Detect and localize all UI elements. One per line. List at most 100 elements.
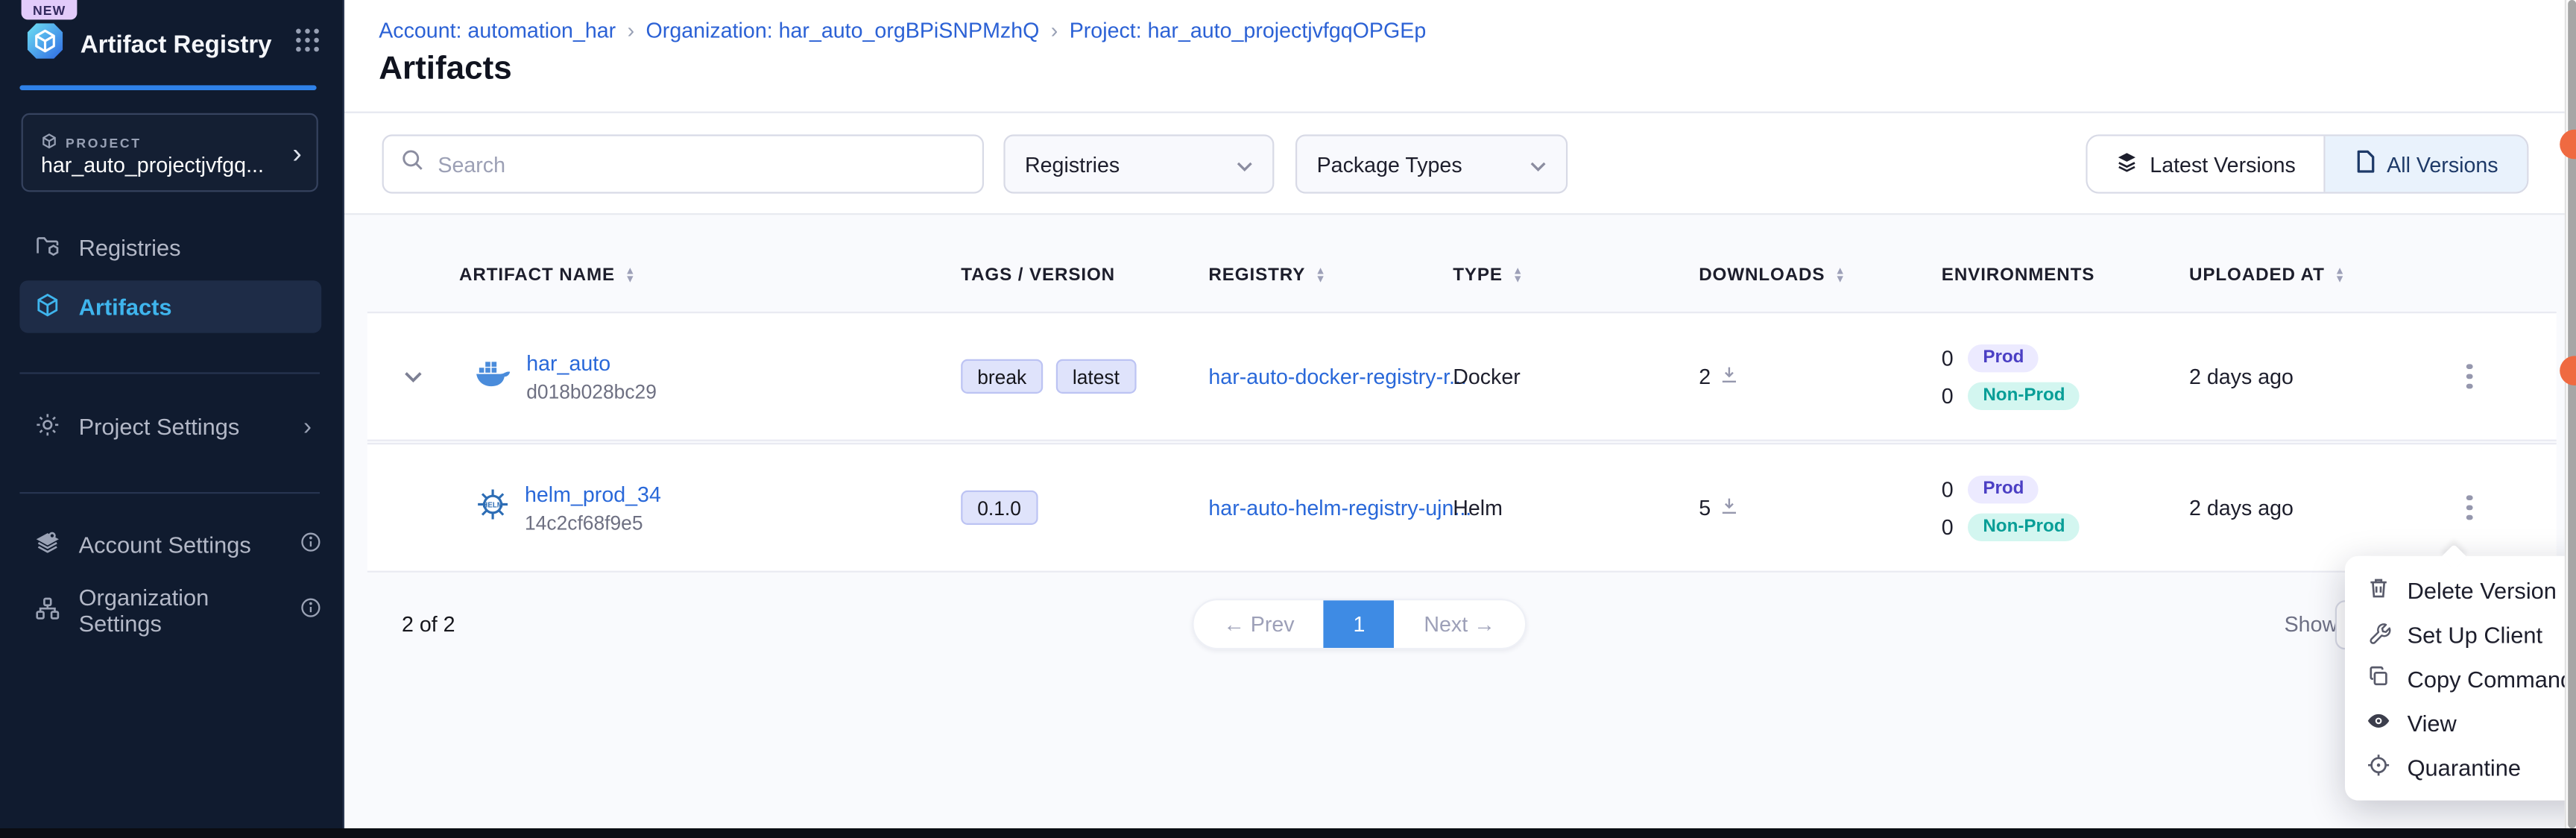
artifact-type: Docker: [1453, 364, 1699, 388]
org-gear-icon: [34, 595, 60, 626]
column-header-registry[interactable]: REGISTRY ▲▼: [1208, 265, 1453, 285]
breadcrumb-project[interactable]: Project: har_auto_projectjvfgqOPGEp: [1070, 18, 1427, 42]
menu-item-set-up-client[interactable]: Set Up Client: [2345, 612, 2576, 656]
download-icon: [1720, 495, 1738, 520]
sidebar-item-artifacts[interactable]: Artifacts: [19, 280, 321, 333]
search-input-wrapper: [382, 134, 984, 193]
bottom-edge-bar: [0, 828, 2576, 838]
breadcrumb: Account: automation_har › Organization: …: [379, 18, 1426, 42]
folder-registries-icon: [34, 232, 60, 263]
latest-versions-button[interactable]: Latest Versions: [2088, 136, 2326, 192]
layers-icon: [2115, 150, 2138, 177]
menu-item-label: Delete Version: [2408, 576, 2557, 602]
breadcrumb-account[interactable]: Account: automation_har: [379, 18, 616, 42]
divider: [19, 492, 320, 494]
chevron-down-icon: [1530, 152, 1547, 177]
sidebar-item-label: Project Settings: [79, 413, 240, 439]
package-types-filter-select[interactable]: Package Types: [1295, 134, 1568, 193]
menu-item-quarantine[interactable]: Quarantine: [2345, 745, 2576, 789]
prod-badge: Prod: [1969, 344, 2039, 371]
wrench-icon: [2367, 620, 2391, 649]
registry-link[interactable]: har-auto-helm-registry-ujn...: [1208, 494, 1471, 519]
sidebar-item-account-settings[interactable]: Account Settings: [19, 518, 321, 570]
column-header-type[interactable]: TYPE ▲▼: [1453, 265, 1699, 285]
app-screen: NEW Artifact Registry: [0, 0, 2576, 838]
column-header-artifact-name[interactable]: ARTIFACT NAME ▲▼: [459, 265, 961, 285]
grid-menu-icon[interactable]: [295, 28, 320, 60]
menu-item-label: Set Up Client: [2408, 621, 2542, 647]
document-icon: [2354, 149, 2375, 179]
registries-filter-select[interactable]: Registries: [1003, 134, 1274, 193]
new-badge: NEW: [22, 0, 78, 19]
sort-icon: ▲▼: [1315, 268, 1326, 284]
nonprod-badge: Non-Prod: [1969, 513, 2080, 541]
menu-item-label: View: [2408, 710, 2457, 736]
chevron-down-icon: [1237, 152, 1253, 177]
sidebar-item-label: Artifacts: [79, 294, 172, 320]
sidebar-item-label: Organization Settings: [79, 584, 265, 636]
row-actions-menu-button[interactable]: [2450, 357, 2490, 397]
env-prod-count: 0: [1942, 345, 1954, 370]
app-title: Artifact Registry: [80, 31, 295, 58]
column-header-uploaded-at[interactable]: UPLOADED AT ▲▼: [2189, 265, 2450, 285]
sidebar-item-registries[interactable]: Registries: [19, 221, 321, 274]
menu-item-delete-version[interactable]: Delete Version: [2345, 567, 2576, 611]
info-icon[interactable]: [300, 597, 322, 623]
helm-icon: HELM: [476, 486, 510, 529]
quarantine-icon: [2367, 752, 2391, 782]
sidebar-item-label: Account Settings: [79, 532, 251, 558]
main-area: Account: automation_har › Organization: …: [344, 0, 2576, 828]
tag-chip: break: [961, 359, 1043, 394]
scrollbar-thumb[interactable]: [2568, 0, 2576, 828]
gear-icon: [34, 411, 60, 442]
page-size-label: Show: [2285, 612, 2338, 637]
nonprod-badge: Non-Prod: [1969, 382, 2080, 409]
env-nonprod-count: 0: [1942, 514, 1954, 539]
version-chip: 0.1.0: [961, 491, 1038, 525]
pagination-summary: 2 of 2: [402, 612, 455, 637]
all-versions-label: All Versions: [2387, 152, 2498, 177]
chevron-right-icon: ›: [303, 412, 321, 440]
column-header-tags-version: TAGS / VERSION: [961, 265, 1208, 285]
next-page-button[interactable]: Next →: [1395, 600, 1525, 648]
tag-chip: latest: [1056, 359, 1136, 394]
table-row: har_auto d018b028bc29 break latest har-a…: [367, 312, 2557, 441]
accent-divider: [19, 85, 316, 89]
pagination-pill: ← Prev 1 Next →: [1192, 599, 1526, 649]
menu-item-copy-command[interactable]: Copy Command: [2345, 656, 2576, 700]
sort-icon: ▲▼: [625, 268, 636, 284]
row-actions-context-menu: Delete Version Set Up Client Copy Comman…: [2345, 556, 2576, 801]
menu-item-view[interactable]: View: [2345, 700, 2576, 744]
menu-item-label: Quarantine: [2408, 754, 2521, 780]
filter-bar: Registries Package Types: [344, 113, 2576, 213]
artifact-name-link[interactable]: helm_prod_34: [525, 482, 661, 506]
breadcrumb-organization[interactable]: Organization: har_auto_orgBPiSNPMzhQ: [646, 18, 1040, 42]
artifact-name-link[interactable]: har_auto: [526, 350, 657, 375]
app-logo-icon: [25, 19, 66, 69]
package-types-filter-label: Package Types: [1317, 152, 1462, 177]
registry-link[interactable]: har-auto-docker-registry-r...: [1208, 363, 1467, 388]
menu-item-label: Copy Command: [2408, 665, 2574, 691]
version-view-toggle: Latest Versions All Versions: [2086, 134, 2528, 193]
breadcrumb-separator: ›: [628, 18, 635, 42]
project-label: PROJECT: [66, 136, 142, 151]
project-selector[interactable]: PROJECT har_auto_projectjvfgq... ›: [22, 113, 318, 192]
layers-gear-icon: [34, 529, 60, 561]
current-page-button[interactable]: 1: [1324, 600, 1395, 648]
svg-text:HELM: HELM: [482, 500, 502, 508]
table-header-row: ARTIFACT NAME ▲▼ TAGS / VERSION REGISTRY…: [367, 245, 2557, 307]
expand-row-button[interactable]: [367, 370, 459, 383]
artifact-table: ARTIFACT NAME ▲▼ TAGS / VERSION REGISTRY…: [344, 213, 2576, 828]
all-versions-button[interactable]: All Versions: [2326, 136, 2528, 192]
info-icon[interactable]: [300, 532, 322, 558]
row-actions-menu-button[interactable]: [2450, 488, 2490, 528]
sidebar-item-organization-settings[interactable]: Organization Settings: [19, 584, 321, 636]
latest-versions-label: Latest Versions: [2150, 152, 2296, 177]
search-input[interactable]: [438, 152, 965, 177]
prev-page-button[interactable]: ← Prev: [1194, 600, 1325, 648]
sidebar-item-project-settings[interactable]: Project Settings ›: [19, 400, 321, 453]
uploaded-at: 2 days ago: [2189, 495, 2450, 520]
vertical-scrollbar[interactable]: [2565, 0, 2576, 828]
column-header-downloads[interactable]: DOWNLOADS ▲▼: [1699, 265, 1942, 285]
env-prod-count: 0: [1942, 476, 1954, 501]
